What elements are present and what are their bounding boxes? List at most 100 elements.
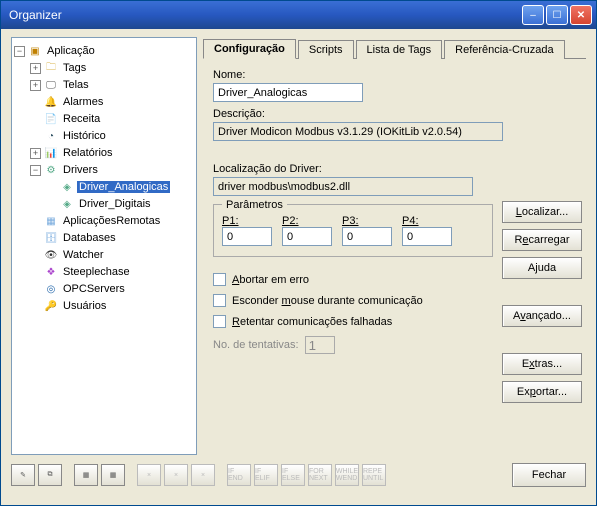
p1-input[interactable] xyxy=(222,227,272,246)
tree-drivers[interactable]: −⚙Drivers xyxy=(30,162,194,178)
grid-icon: ▦ xyxy=(83,471,90,479)
organizer-window: Organizer – ☐ ✕ − ▣ Aplicação +🗀Tags +🖵T… xyxy=(0,0,597,506)
checkbox-icon[interactable] xyxy=(213,315,226,328)
collapse-icon[interactable]: − xyxy=(14,46,25,57)
fechar-button[interactable]: Fechar xyxy=(512,463,586,487)
disabled-icon: × xyxy=(174,472,178,479)
tree-aplicacoes-remotas[interactable]: ▦AplicaçõesRemotas xyxy=(30,213,194,229)
retries-label: No. de tentativas: xyxy=(213,339,299,351)
disabled-icon: × xyxy=(201,472,205,479)
tree-root-aplicacao[interactable]: − ▣ Aplicação xyxy=(14,43,194,59)
screen-icon: 🖵 xyxy=(44,78,58,92)
tree-historico[interactable]: ◔Histórico xyxy=(30,128,194,144)
tree-tags[interactable]: +🗀Tags xyxy=(30,60,194,76)
chk-abortar-label: Abortar em erro xyxy=(232,274,309,286)
tab-scripts[interactable]: Scripts xyxy=(298,40,354,59)
steeplechase-icon: ❖ xyxy=(44,265,58,279)
close-window-button[interactable]: ✕ xyxy=(570,5,592,25)
expand-icon[interactable]: + xyxy=(30,148,41,159)
nome-input[interactable] xyxy=(213,83,363,102)
tree-alarmes[interactable]: 🔔Alarmes xyxy=(30,94,194,110)
descricao-label: Descrição: xyxy=(213,108,580,120)
descricao-input xyxy=(213,122,503,141)
expand-icon[interactable]: + xyxy=(30,63,41,74)
tree-panel[interactable]: − ▣ Aplicação +🗀Tags +🖵Telas 🔔Alarmes 📄R… xyxy=(11,37,197,455)
drivers-icon: ⚙ xyxy=(44,163,58,177)
titlebar[interactable]: Organizer – ☐ ✕ xyxy=(1,1,596,29)
remote-app-icon: ▦ xyxy=(44,214,58,228)
minimize-button[interactable]: – xyxy=(522,5,544,25)
maximize-button[interactable]: ☐ xyxy=(546,5,568,25)
tool-if-elif: IF ELIF xyxy=(254,464,278,486)
tree-driver-digitais[interactable]: ◈Driver_Digitais xyxy=(46,196,194,212)
nome-label: Nome: xyxy=(213,69,580,81)
exportar-button[interactable]: Exportar... xyxy=(502,381,582,403)
tab-lista-tags[interactable]: Lista de Tags xyxy=(356,40,443,59)
recipe-icon: 📄 xyxy=(44,112,58,126)
checkbox-icon[interactable] xyxy=(213,294,226,307)
tree-relatorios[interactable]: +📊Relatórios xyxy=(30,145,194,161)
p3-input[interactable] xyxy=(342,227,392,246)
disabled-icon: × xyxy=(147,472,151,479)
history-icon: ◔ xyxy=(44,129,58,143)
folder-icon: 🗀 xyxy=(44,61,58,75)
localizar-button[interactable]: Localizar... xyxy=(502,201,582,223)
config-pane: Nome: Descrição: Localização do Driver: … xyxy=(203,59,586,455)
parametros-legend: Parâmetros xyxy=(222,199,287,211)
localizacao-input xyxy=(213,177,473,196)
key-icon: 🔑 xyxy=(44,299,58,313)
expand-icon[interactable]: + xyxy=(30,80,41,91)
tabs: Configuração Scripts Lista de Tags Refer… xyxy=(203,37,586,59)
p2-input[interactable] xyxy=(282,227,332,246)
app-icon: ▣ xyxy=(28,44,42,58)
bottombar: ✎ ⧉ ▦ ▦ × × × IF END IF ELIF IF ELSE FOR… xyxy=(1,459,596,495)
p3-label: P3: xyxy=(342,215,392,227)
tool-for-next: FOR NEXT xyxy=(308,464,332,486)
extras-button[interactable]: Extras... xyxy=(502,353,582,375)
tree-watcher[interactable]: 👁Watcher xyxy=(30,247,194,263)
tool-while-wend: WHILE WEND xyxy=(335,464,359,486)
tree-receita[interactable]: 📄Receita xyxy=(30,111,194,127)
tree-opcservers[interactable]: ◎OPCServers xyxy=(30,281,194,297)
tree-steeplechase[interactable]: ❖Steeplechase xyxy=(30,264,194,280)
localizacao-label: Localização do Driver: xyxy=(213,163,493,175)
tree-telas[interactable]: +🖵Telas xyxy=(30,77,194,93)
driver-icon: ◈ xyxy=(60,180,74,194)
avancado-button[interactable]: Avançado... xyxy=(502,305,582,327)
chk-esconder-label: Esconder mouse durante comunicação xyxy=(232,295,423,307)
driver-icon: ◈ xyxy=(60,197,74,211)
p1-label: P1: xyxy=(222,215,272,227)
tree-databases[interactable]: 🗄Databases xyxy=(30,230,194,246)
parametros-fieldset: Parâmetros P1: P2: P3: P4: xyxy=(213,204,493,257)
tool-dis2: × xyxy=(164,464,188,486)
tool-dis1: × xyxy=(137,464,161,486)
chk-retentar-label: Retentar comunicações falhadas xyxy=(232,316,392,328)
tool-dis3: × xyxy=(191,464,215,486)
copy-icon: ⧉ xyxy=(48,471,53,479)
report-icon: 📊 xyxy=(44,146,58,160)
window-title: Organizer xyxy=(9,8,522,22)
collapse-icon[interactable]: − xyxy=(30,165,41,176)
tool-if-end: IF END xyxy=(227,464,251,486)
pencil-icon: ✎ xyxy=(20,471,26,479)
tool-repeat-until: REPE UNTIL xyxy=(362,464,386,486)
bell-icon: 🔔 xyxy=(44,95,58,109)
tool-edit[interactable]: ✎ xyxy=(11,464,35,486)
recarregar-button[interactable]: Recarregar xyxy=(502,229,582,251)
right-panel: Configuração Scripts Lista de Tags Refer… xyxy=(203,37,586,455)
tab-referencia-cruzada[interactable]: Referência-Cruzada xyxy=(444,40,564,59)
database-icon: 🗄 xyxy=(44,231,58,245)
tab-configuracao[interactable]: Configuração xyxy=(203,39,296,59)
p4-input[interactable] xyxy=(402,227,452,246)
tree-usuarios[interactable]: 🔑Usuários xyxy=(30,298,194,314)
tree-driver-analogicas[interactable]: ◈Driver_Analogicas xyxy=(46,179,194,195)
p4-label: P4: xyxy=(402,215,452,227)
tool-copy[interactable]: ⧉ xyxy=(38,464,62,486)
ajuda-button[interactable]: Ajuda xyxy=(502,257,582,279)
checkbox-icon[interactable] xyxy=(213,273,226,286)
tool-grid2[interactable]: ▦ xyxy=(101,464,125,486)
grid-x-icon: ▦ xyxy=(110,471,117,479)
tool-grid1[interactable]: ▦ xyxy=(74,464,98,486)
p2-label: P2: xyxy=(282,215,332,227)
retries-input xyxy=(305,336,335,354)
